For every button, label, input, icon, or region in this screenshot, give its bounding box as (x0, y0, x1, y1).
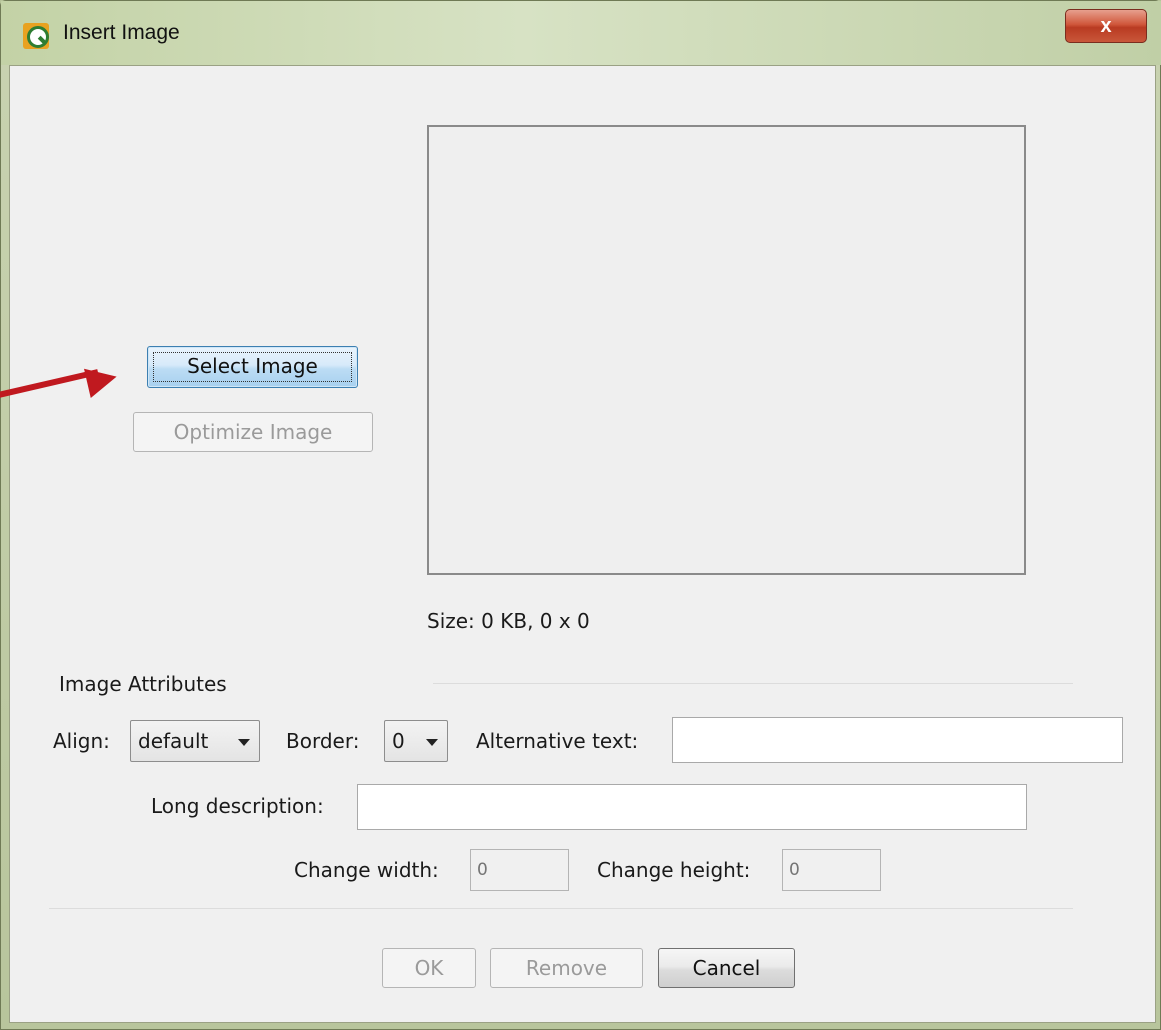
change-height-label: Change height: (597, 858, 751, 882)
long-description-input[interactable] (357, 784, 1027, 830)
alternative-text-input[interactable] (672, 717, 1123, 763)
footer-divider (49, 908, 1073, 909)
long-description-label: Long description: (151, 794, 324, 818)
border-label: Border: (286, 729, 360, 753)
insert-image-dialog: Insert Image x Size: 0 KB, 0 x 0 Select … (0, 0, 1161, 1030)
border-select-value: 0 (392, 729, 405, 753)
image-preview (427, 125, 1026, 575)
select-image-button[interactable]: Select Image (147, 346, 358, 388)
align-label: Align: (53, 729, 110, 753)
remove-button[interactable]: Remove (490, 948, 643, 988)
align-select[interactable]: default (130, 720, 260, 762)
image-size-text: Size: 0 KB, 0 x 0 (427, 609, 590, 633)
dialog-title: Insert Image (63, 21, 180, 44)
optimize-image-button[interactable]: Optimize Image (133, 412, 373, 452)
border-select[interactable]: 0 (384, 720, 448, 762)
change-width-label: Change width: (294, 858, 439, 882)
section-divider (433, 683, 1073, 684)
chevron-down-icon (238, 739, 250, 746)
title-bar[interactable]: Insert Image x (1, 1, 1161, 65)
image-attributes-heading: Image Attributes (59, 672, 227, 696)
close-button[interactable]: x (1065, 9, 1147, 43)
alternative-text-label: Alternative text: (476, 729, 639, 753)
align-select-value: default (138, 729, 209, 753)
change-height-input[interactable] (782, 849, 881, 891)
ok-button[interactable]: OK (382, 948, 476, 988)
change-width-input[interactable] (470, 849, 569, 891)
cancel-button[interactable]: Cancel (658, 948, 795, 988)
chevron-down-icon (426, 739, 438, 746)
app-logo-icon (23, 23, 49, 49)
